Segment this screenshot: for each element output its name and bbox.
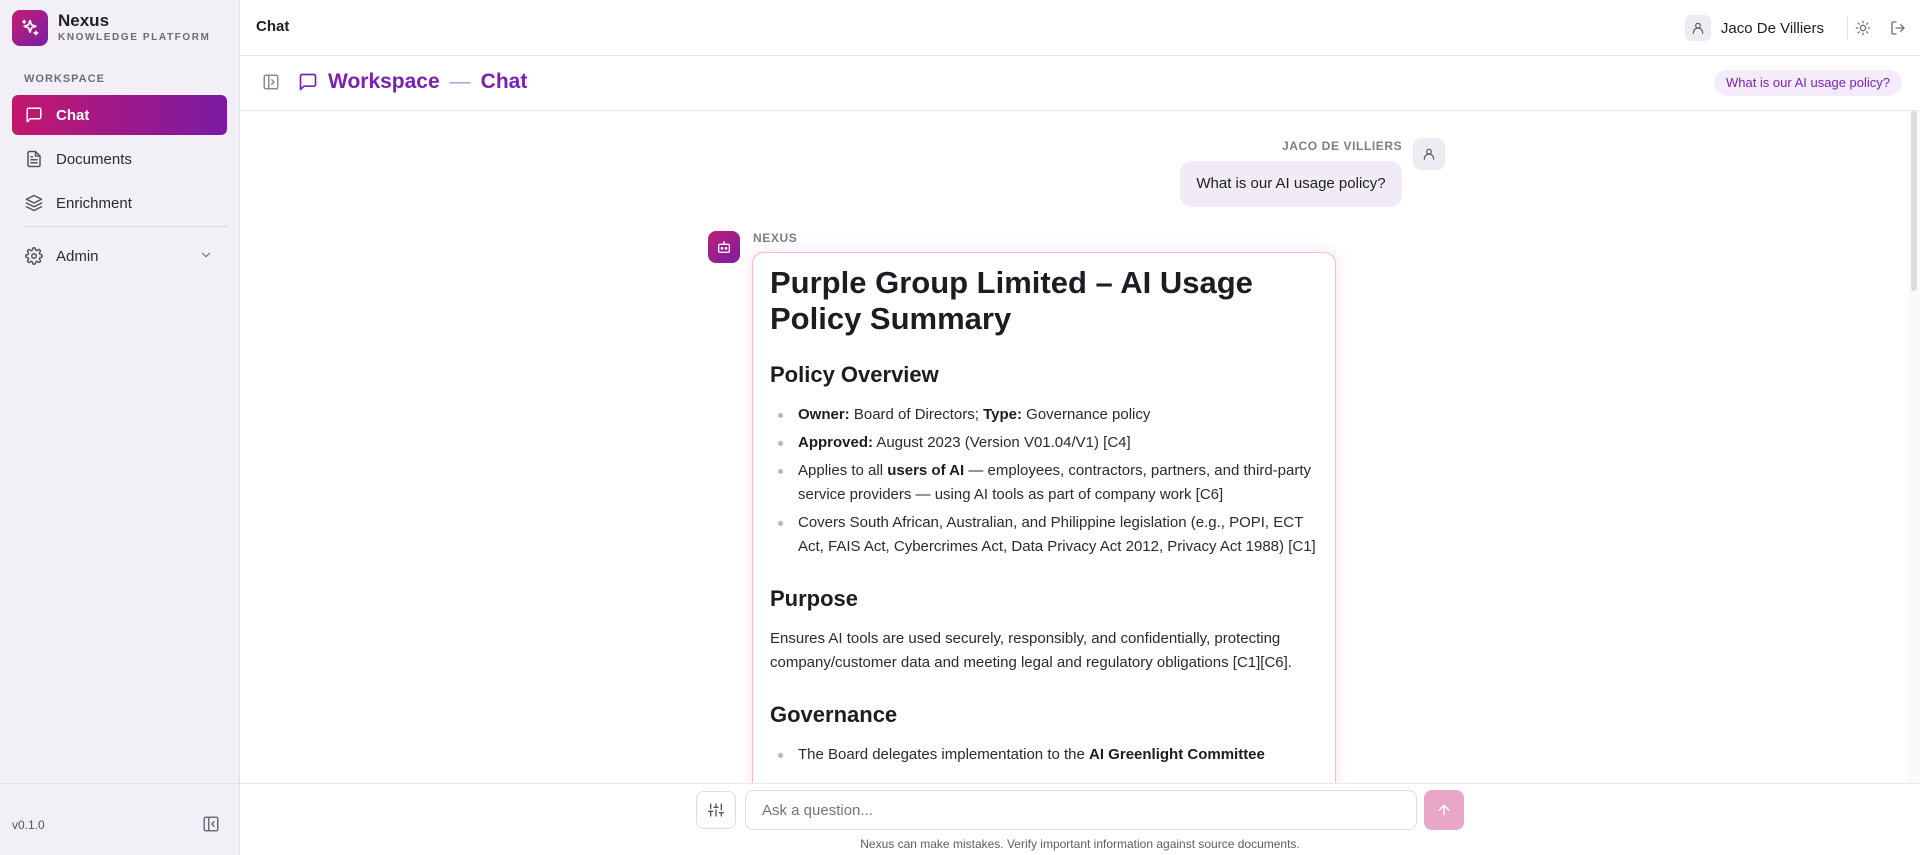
list-item: Covers South African, Australian, and Ph… — [770, 511, 1318, 559]
list-text: August 2023 (Version V01.04/V1) [C4] — [873, 434, 1131, 451]
gear-icon — [24, 246, 44, 266]
list-item: Owner: Board of Directors; Type: Governa… — [770, 403, 1318, 427]
sliders-icon — [708, 803, 724, 817]
sparkle-logo-icon — [12, 10, 48, 46]
sidebar: Nexus KNOWLEDGE PLATFORM WORKSPACE Chat … — [0, 0, 240, 855]
settings-sliders-button[interactable] — [696, 791, 736, 829]
list-item: Approved: August 2023 (Version V01.04/V1… — [770, 431, 1318, 455]
list-text: The Board delegates implementation to th… — [798, 746, 1090, 763]
list-text: Governance policy — [1021, 406, 1151, 423]
brand-subtitle: KNOWLEDGE PLATFORM — [58, 32, 211, 43]
document-icon — [24, 149, 44, 169]
chat-icon — [24, 105, 44, 125]
policy-overview-list: Owner: Board of Directors; Type: Governa… — [770, 403, 1318, 559]
sidebar-toggle-icon[interactable] — [262, 73, 282, 93]
question-input[interactable] — [745, 790, 1417, 830]
governance-list: The Board delegates implementation to th… — [770, 743, 1318, 767]
sidebar-item-label: Documents — [56, 150, 132, 168]
sidebar-item-label: Enrichment — [56, 194, 132, 212]
page-title: Chat — [256, 18, 290, 35]
sidebar-divider — [24, 226, 227, 227]
bold-text: users of AI — [887, 462, 965, 479]
chat-area: JACO DE VILLIERS What is our AI usage po… — [240, 111, 1920, 783]
app-version: v0.1.0 — [12, 818, 45, 832]
list-text: Applies to all — [798, 462, 888, 479]
user-name: Jaco De Villiers — [1720, 19, 1824, 37]
breadcrumb-separator: — — [449, 70, 471, 93]
list-item: The Board delegates implementation to th… — [770, 743, 1318, 767]
user-icon — [1413, 138, 1445, 170]
breadcrumb-workspace[interactable]: Workspace — [328, 70, 440, 94]
sidebar-item-enrichment[interactable]: Enrichment — [12, 183, 227, 223]
sidebar-item-chat[interactable]: Chat — [12, 95, 227, 135]
answer-section-heading: Governance — [770, 702, 898, 727]
user-icon — [1684, 15, 1711, 41]
bot-icon — [708, 231, 740, 263]
logout-icon[interactable] — [1888, 18, 1908, 38]
brand[interactable]: Nexus KNOWLEDGE PLATFORM — [12, 10, 211, 46]
top-header: Chat Jaco De Villiers — [240, 0, 1920, 56]
chevron-down-icon[interactable] — [199, 248, 213, 266]
sidebar-item-admin[interactable]: Admin — [12, 236, 227, 276]
disclaimer-text: Nexus can make mistakes. Verify importan… — [860, 837, 1300, 851]
bold-text: Approved: — [798, 434, 873, 451]
sidebar-section-label: WORKSPACE — [24, 73, 105, 85]
list-text: Board of Directors; — [849, 406, 984, 423]
scroll-thumb[interactable] — [1911, 111, 1917, 291]
bold-text: Type: — [983, 406, 1022, 423]
user-message-label: JACO DE VILLIERS — [1282, 139, 1403, 153]
suggested-question-chip[interactable]: What is our AI usage policy? — [1713, 70, 1902, 96]
list-text: Covers South African, Australian, and Ph… — [798, 514, 1316, 555]
sidebar-item-label: Admin — [56, 247, 99, 265]
chat-icon — [298, 72, 318, 92]
sun-icon[interactable] — [1853, 18, 1873, 38]
chat-scrollbar[interactable] — [1908, 111, 1920, 783]
sidebar-footer: v0.1.0 — [0, 783, 240, 855]
breadcrumb-page: Chat — [480, 70, 528, 93]
send-button[interactable] — [1424, 790, 1464, 830]
sidebar-item-documents[interactable]: Documents — [12, 139, 227, 179]
answer-section-heading: Purpose — [770, 586, 859, 611]
header-divider — [1847, 16, 1848, 40]
sidebar-item-label: Chat — [56, 106, 90, 124]
list-item: Applies to all users of AI — employees, … — [770, 459, 1318, 507]
arrow-up-icon — [1438, 804, 1450, 816]
layers-icon — [24, 193, 44, 213]
composer: Nexus can make mistakes. Verify importan… — [240, 783, 1920, 855]
assistant-answer-card: Purple Group Limited – AI Usage Policy S… — [752, 252, 1336, 783]
answer-title: Purple Group Limited – AI Usage Policy S… — [770, 265, 1253, 336]
collapse-sidebar-icon[interactable] — [202, 815, 222, 835]
bot-message-label: NEXUS — [753, 231, 798, 245]
sub-header: Workspace — Chat What is our AI usage po… — [240, 56, 1920, 111]
user-menu[interactable]: Jaco De Villiers — [1684, 15, 1824, 41]
user-message-bubble: What is our AI usage policy? — [1180, 161, 1402, 207]
purpose-paragraph: Ensures AI tools are used securely, resp… — [770, 630, 1292, 671]
brand-name: Nexus — [58, 11, 110, 30]
bold-text: Owner: — [798, 406, 850, 423]
breadcrumb: Workspace — Chat — [298, 70, 527, 94]
answer-section-heading: Policy Overview — [770, 362, 939, 387]
bold-text: AI Greenlight Committee — [1089, 746, 1265, 763]
